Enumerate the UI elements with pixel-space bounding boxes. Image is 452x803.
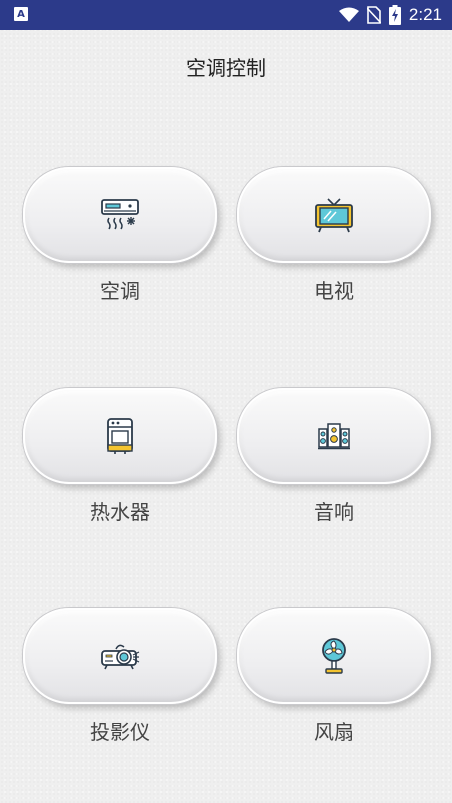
no-sim-icon bbox=[366, 6, 381, 24]
battery-charging-icon bbox=[388, 5, 401, 25]
fan-icon bbox=[322, 638, 346, 674]
projector-icon bbox=[101, 644, 140, 670]
page-title: 空调控制 bbox=[186, 56, 266, 80]
status-time: 2:21 bbox=[408, 5, 442, 24]
water-heater-label: 热水器 bbox=[90, 500, 150, 524]
air-conditioner-button[interactable] bbox=[23, 167, 217, 263]
water-heater-button[interactable] bbox=[23, 388, 217, 484]
fan-button[interactable] bbox=[237, 608, 431, 704]
app-notification-icon: A bbox=[14, 7, 28, 21]
speaker-label: 音响 bbox=[314, 500, 354, 524]
wifi-icon bbox=[338, 7, 359, 22]
television-label: 电视 bbox=[314, 279, 354, 303]
air-conditioner-label: 空调 bbox=[100, 279, 140, 303]
television-button[interactable] bbox=[237, 167, 431, 263]
air-conditioner-icon bbox=[101, 199, 139, 230]
water-heater-icon bbox=[107, 418, 133, 454]
speaker-icon bbox=[318, 423, 350, 450]
projector-label: 投影仪 bbox=[90, 720, 150, 744]
fan-label: 风扇 bbox=[314, 720, 354, 744]
status-bar: A 2:21 bbox=[0, 0, 452, 30]
television-icon bbox=[315, 198, 353, 233]
speaker-button[interactable] bbox=[237, 388, 431, 484]
projector-button[interactable] bbox=[23, 608, 217, 704]
